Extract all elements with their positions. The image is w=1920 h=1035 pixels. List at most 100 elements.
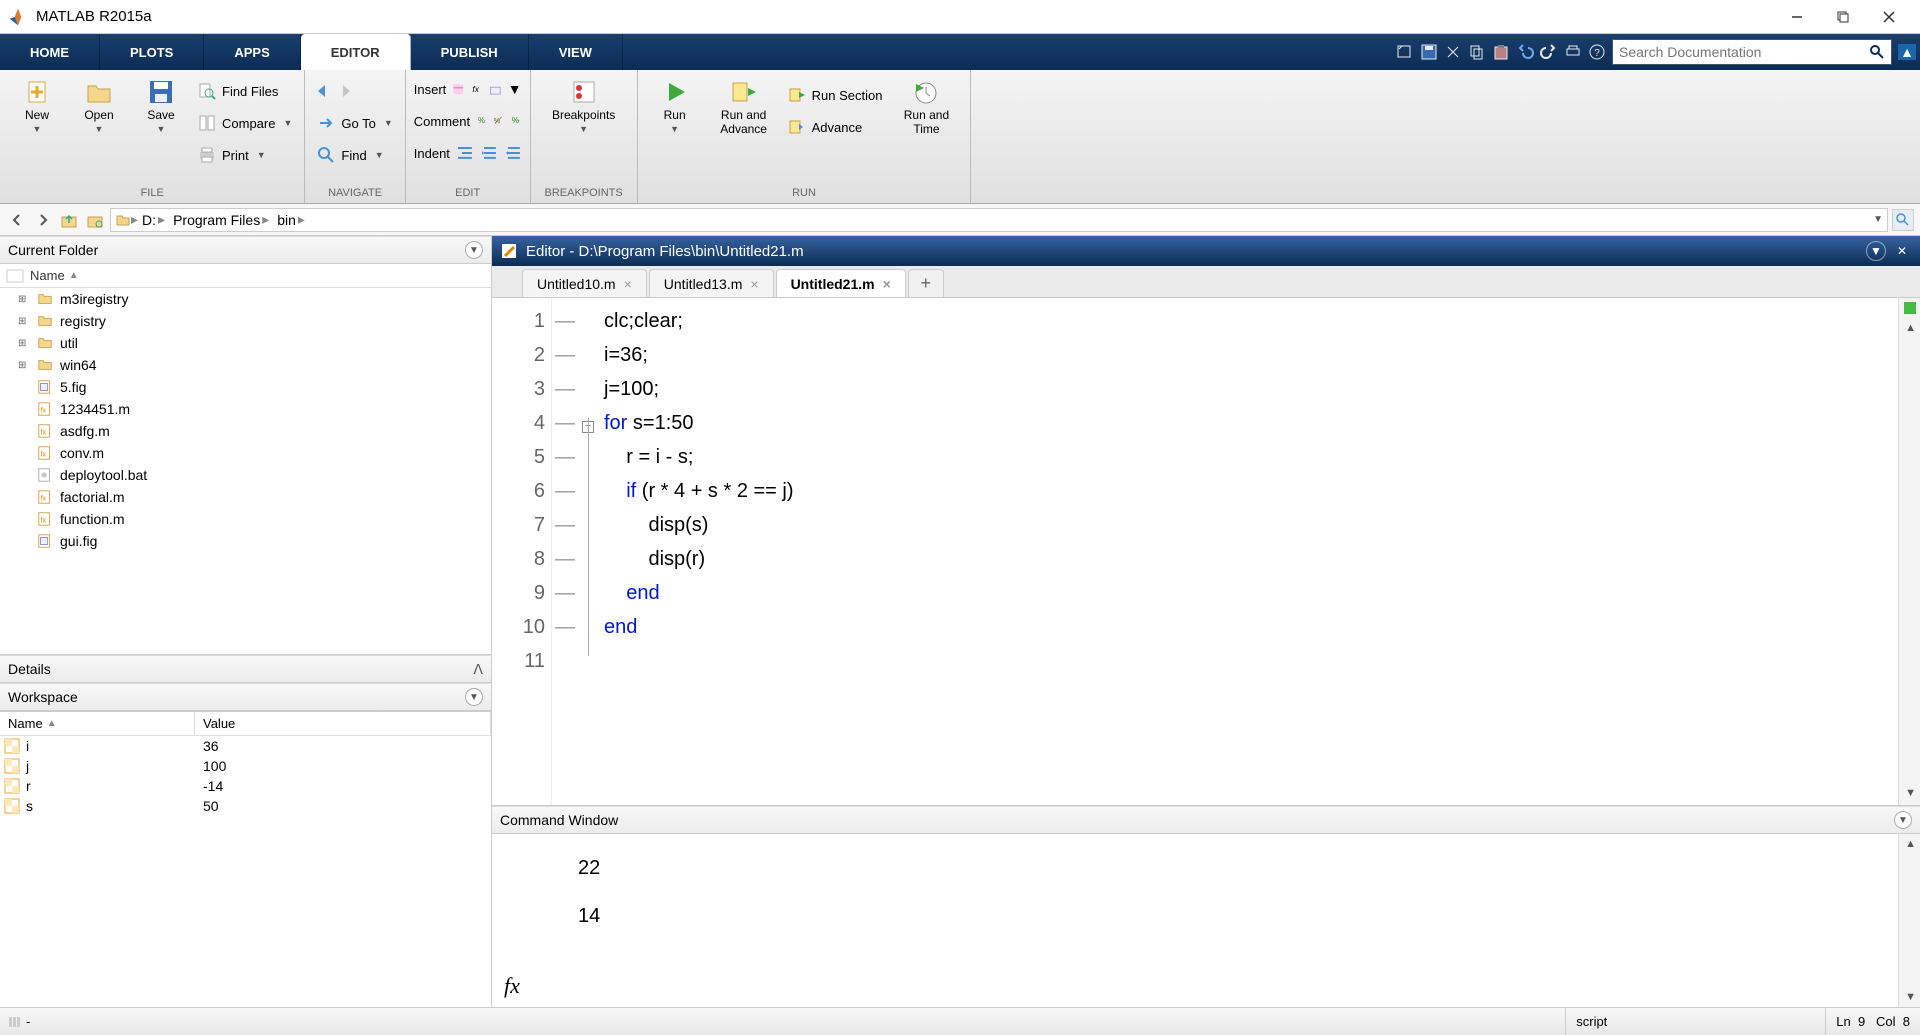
paste-icon[interactable] bbox=[1492, 43, 1510, 61]
tab-editor[interactable]: EDITOR bbox=[301, 34, 411, 70]
uncomment-icon[interactable]: % bbox=[493, 115, 504, 126]
insert-section-icon[interactable] bbox=[452, 83, 465, 96]
folder-item[interactable]: fx1234451.m bbox=[0, 398, 491, 420]
minimize-button[interactable] bbox=[1774, 2, 1820, 32]
workspace-variable[interactable]: r-14 bbox=[0, 776, 491, 796]
crumb-drive[interactable]: D:▸ bbox=[138, 211, 169, 228]
print-button[interactable]: Print▼ bbox=[194, 142, 296, 168]
editor-dock-menu[interactable]: ▼ bbox=[1866, 241, 1886, 261]
breadcrumb[interactable]: ▸ D:▸ Program Files▸ bin▸ ▼ bbox=[110, 208, 1888, 232]
current-folder-menu[interactable]: ▼ bbox=[465, 241, 483, 259]
undo-icon[interactable] bbox=[1516, 43, 1534, 61]
tab-home[interactable]: HOME bbox=[0, 34, 100, 70]
search-icon[interactable] bbox=[1869, 44, 1885, 60]
scroll-down[interactable]: ▼ bbox=[1905, 787, 1916, 799]
code-editor[interactable]: 1234567891011 —————————— − clc;clear;i=3… bbox=[492, 298, 1920, 806]
folder-item[interactable]: ⊞win64 bbox=[0, 354, 491, 376]
nav-back-icon[interactable] bbox=[313, 82, 331, 100]
editor-new-tab[interactable]: + bbox=[908, 269, 944, 297]
print-icon[interactable] bbox=[1564, 43, 1582, 61]
run-section-button[interactable]: Run Section bbox=[784, 82, 887, 108]
help-icon[interactable]: ? bbox=[1588, 43, 1606, 61]
editor-close[interactable]: ✕ bbox=[1892, 241, 1912, 261]
path-browse-button[interactable] bbox=[84, 209, 106, 231]
group-navigate: Go To▼ Find▼ NAVIGATE bbox=[305, 70, 405, 203]
qat-icon[interactable] bbox=[1396, 43, 1414, 61]
folder-item[interactable]: deploytool.bat bbox=[0, 464, 491, 486]
insert-toolbox-icon[interactable] bbox=[489, 83, 502, 96]
advance-button[interactable]: Advance bbox=[784, 114, 887, 140]
folder-item[interactable]: 5.fig bbox=[0, 376, 491, 398]
folder-item[interactable]: ⊞m3iregistry bbox=[0, 288, 491, 310]
goto-button[interactable]: Go To▼ bbox=[313, 110, 396, 136]
workspace-variable[interactable]: s50 bbox=[0, 796, 491, 816]
path-up-button[interactable] bbox=[58, 209, 80, 231]
ws-col-value[interactable]: Value bbox=[195, 712, 491, 735]
insert-fx-icon[interactable]: fx bbox=[471, 83, 484, 96]
fx-icon[interactable]: fx bbox=[504, 973, 520, 999]
path-dropdown[interactable]: ▼ bbox=[1873, 214, 1883, 225]
tab-publish[interactable]: PUBLISH bbox=[411, 34, 529, 70]
workspace-variable[interactable]: j100 bbox=[0, 756, 491, 776]
folder-item[interactable]: ⊞util bbox=[0, 332, 491, 354]
search-input[interactable] bbox=[1619, 44, 1869, 60]
folder-item[interactable]: fxfunction.m bbox=[0, 508, 491, 530]
copy-icon[interactable] bbox=[1468, 43, 1486, 61]
folder-item[interactable]: fxconv.m bbox=[0, 442, 491, 464]
comment-icon[interactable]: % bbox=[476, 115, 487, 126]
fig-icon bbox=[36, 379, 54, 395]
ws-col-name[interactable]: Name▲ bbox=[0, 712, 195, 735]
save-icon[interactable] bbox=[1420, 43, 1438, 61]
indent-right-icon[interactable] bbox=[480, 144, 498, 162]
details-toggle[interactable]: ᐱ bbox=[473, 661, 483, 678]
folder-item[interactable]: gui.fig bbox=[0, 530, 491, 552]
maximize-button[interactable] bbox=[1820, 2, 1866, 32]
nav-fwd-icon[interactable] bbox=[337, 82, 355, 100]
path-search-button[interactable] bbox=[1892, 209, 1914, 231]
cmd-scroll-up[interactable]: ▲ bbox=[1905, 838, 1916, 850]
run-advance-button[interactable]: Run and Advance bbox=[708, 76, 780, 136]
close-tab-icon[interactable]: × bbox=[624, 276, 632, 292]
indent-icon[interactable] bbox=[456, 144, 474, 162]
cmd-scroll-down[interactable]: ▼ bbox=[1905, 991, 1916, 1003]
close-tab-icon[interactable]: × bbox=[750, 276, 758, 292]
redo-icon[interactable] bbox=[1540, 43, 1558, 61]
compare-button[interactable]: Compare▼ bbox=[194, 110, 296, 136]
editor-tab[interactable]: Untitled21.m× bbox=[776, 269, 906, 297]
cut-icon[interactable] bbox=[1444, 43, 1462, 61]
tab-plots[interactable]: PLOTS bbox=[100, 34, 204, 70]
search-documentation[interactable] bbox=[1612, 39, 1892, 65]
crumb-part-1[interactable]: bin▸ bbox=[273, 211, 309, 228]
command-window-menu[interactable]: ▼ bbox=[1894, 811, 1912, 829]
find-files-button[interactable]: Find Files bbox=[194, 78, 296, 104]
find-button[interactable]: Find▼ bbox=[313, 142, 396, 168]
command-window[interactable]: fx 2214 ▲ ▼ bbox=[492, 834, 1920, 1007]
breakpoints-button[interactable]: Breakpoints▼ bbox=[539, 76, 629, 134]
workspace-menu[interactable]: ▼ bbox=[465, 688, 483, 706]
crumb-part-0[interactable]: Program Files▸ bbox=[169, 211, 273, 228]
save-button[interactable]: Save▼ bbox=[132, 76, 190, 134]
scroll-up[interactable]: ▲ bbox=[1905, 322, 1916, 334]
editor-tab[interactable]: Untitled13.m× bbox=[649, 269, 774, 297]
open-button[interactable]: Open▼ bbox=[70, 76, 128, 134]
workspace-variable[interactable]: i36 bbox=[0, 736, 491, 756]
close-button[interactable] bbox=[1866, 2, 1912, 32]
code-status-indicator[interactable] bbox=[1904, 302, 1916, 314]
tab-apps[interactable]: APPS bbox=[204, 34, 300, 70]
close-tab-icon[interactable]: × bbox=[883, 276, 891, 292]
run-time-button[interactable]: Run and Time bbox=[890, 76, 962, 136]
run-button[interactable]: Run▼ bbox=[646, 76, 704, 134]
editor-tab[interactable]: Untitled10.m× bbox=[522, 269, 647, 297]
details-header[interactable]: Details ᐱ bbox=[0, 655, 491, 683]
wrap-comment-icon[interactable]: % bbox=[510, 115, 521, 126]
folder-item[interactable]: fxasdfg.m bbox=[0, 420, 491, 442]
indent-left-icon[interactable] bbox=[504, 144, 522, 162]
folder-column-header[interactable]: Name▲ bbox=[0, 264, 491, 288]
tab-view[interactable]: VIEW bbox=[529, 34, 623, 70]
path-fwd-button[interactable] bbox=[32, 209, 54, 231]
toolstrip-collapse[interactable]: ▲ bbox=[1898, 44, 1916, 60]
path-back-button[interactable] bbox=[6, 209, 28, 231]
folder-item[interactable]: ⊞registry bbox=[0, 310, 491, 332]
new-button[interactable]: New▼ bbox=[8, 76, 66, 134]
folder-item[interactable]: fxfactorial.m bbox=[0, 486, 491, 508]
